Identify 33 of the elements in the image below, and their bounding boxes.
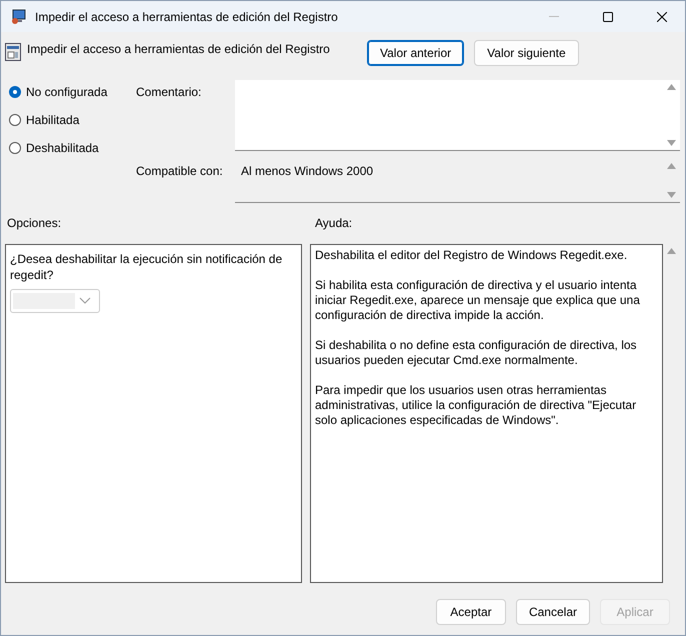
option-question: ¿Desea deshabilitar la ejecución sin notificación de regedit? bbox=[10, 251, 284, 283]
policy-title: Impedir el acceso a herramientas de edición del Registro bbox=[27, 41, 331, 56]
next-setting-button[interactable]: Valor siguiente bbox=[474, 40, 579, 66]
window-title: Impedir el acceso a herramientas de edición del Registro bbox=[35, 10, 339, 24]
scroll-down-icon[interactable] bbox=[667, 192, 676, 198]
radio-button[interactable] bbox=[9, 114, 21, 126]
help-paragraph: Para impedir que los usuarios usen otras herramientas administrativas, utilice la configuración de directiva "Ejecutar solo aplicaciones especificadas de Windows". bbox=[315, 383, 638, 428]
comment-field[interactable] bbox=[235, 80, 680, 151]
radio-label[interactable]: No configurada bbox=[26, 85, 108, 99]
scroll-up-icon[interactable] bbox=[667, 84, 676, 90]
radio-button[interactable] bbox=[9, 86, 21, 98]
comment-label: Comentario: bbox=[136, 84, 202, 101]
help-label: Ayuda: bbox=[314, 216, 354, 232]
ok-button[interactable]: Aceptar bbox=[436, 599, 506, 625]
radio-label[interactable]: Deshabilitada bbox=[26, 141, 99, 155]
scroll-down-icon[interactable] bbox=[667, 140, 676, 146]
options-label: Opciones: bbox=[6, 216, 62, 232]
chevron-down-icon bbox=[79, 297, 91, 305]
help-paragraph: Deshabilita el editor del Registro de Windows Regedit.exe. bbox=[315, 248, 628, 263]
maximize-icon bbox=[603, 12, 613, 22]
scroll-up-icon[interactable] bbox=[667, 248, 676, 254]
close-icon bbox=[657, 12, 667, 22]
help-paragraph: Si deshabilita o no define esta configuración de directiva, los usuarios pueden ejecutar Cmd.exe normalmente. bbox=[315, 338, 638, 368]
cancel-button[interactable]: Cancelar bbox=[516, 599, 590, 625]
computer-icon bbox=[11, 8, 27, 24]
help-paragraph: Si habilita esta configuración de directiva y el usuario intenta iniciar Regedit.exe, aparece un mensaje que explica que una configuración de directiva impide la acción. bbox=[315, 278, 641, 323]
minimize-icon bbox=[549, 16, 559, 17]
policy-icon bbox=[5, 43, 21, 61]
scroll-up-icon[interactable] bbox=[667, 163, 676, 169]
radio-label[interactable]: Habilitada bbox=[26, 113, 80, 127]
radio-button[interactable] bbox=[9, 142, 21, 154]
previous-setting-button[interactable]: Valor anterior bbox=[367, 40, 464, 66]
supported-label: Compatible con: bbox=[136, 163, 224, 180]
